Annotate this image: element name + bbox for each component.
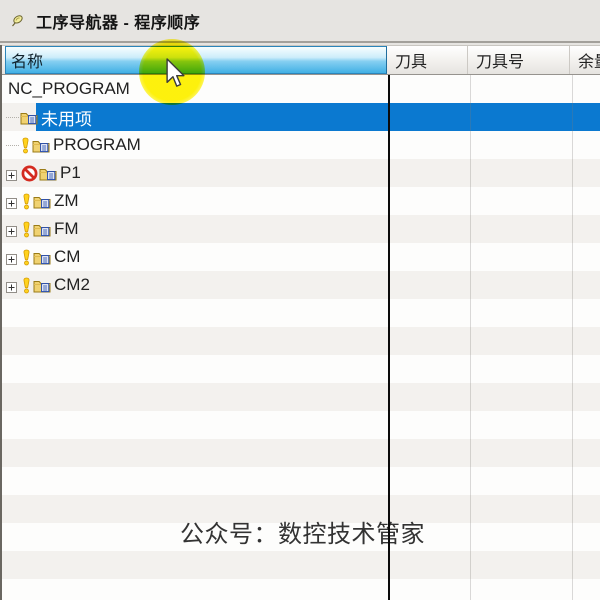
warning-icon <box>21 193 32 210</box>
empty-row <box>0 355 600 383</box>
expand-plus-icon[interactable] <box>6 224 17 237</box>
column-divider-1 <box>470 75 471 600</box>
tree-row[interactable]: CM2 <box>0 271 600 299</box>
column-header-tool[interactable]: 刀具 <box>387 46 468 74</box>
expand-plus-icon[interactable] <box>6 252 17 265</box>
tree-connector-line <box>6 144 19 146</box>
selection-highlight <box>36 103 600 131</box>
tree-row[interactable]: 未用项 <box>0 103 600 131</box>
column-header-name[interactable]: 名称 <box>5 46 387 74</box>
folder-icon <box>33 222 51 237</box>
panel-title: 工序导航器 - 程序顺序 <box>36 14 201 32</box>
panel-titlebar: 工序导航器 - 程序顺序 <box>0 0 600 43</box>
warning-icon <box>21 277 32 294</box>
tree-row[interactable]: CM <box>0 243 600 271</box>
folder-icon <box>39 166 57 181</box>
column-divider-2 <box>572 75 573 600</box>
empty-row <box>0 383 600 411</box>
tree-row-label: CM2 <box>54 275 90 294</box>
tree-row-label: P1 <box>60 163 81 182</box>
empty-row <box>0 439 600 467</box>
expand-plus-icon[interactable] <box>6 168 17 181</box>
empty-row <box>0 551 600 579</box>
column-header-tool-number[interactable]: 刀具号 <box>468 46 570 74</box>
warning-icon <box>20 137 31 154</box>
empty-row <box>0 327 600 355</box>
tree-row[interactable]: NC_PROGRAM <box>0 75 600 103</box>
tree-row-label: ZM <box>54 191 79 210</box>
folder-icon <box>33 250 51 265</box>
panel-left-border <box>0 45 2 600</box>
column-header-row: 名称 刀具 刀具号 余量 <box>0 45 600 75</box>
folder-icon <box>33 278 51 293</box>
black-column-divider[interactable] <box>388 75 390 600</box>
tree-row[interactable]: FM <box>0 215 600 243</box>
tree-row[interactable]: P1 <box>0 159 600 187</box>
empty-row <box>0 467 600 495</box>
tree-row-label: PROGRAM <box>53 135 141 154</box>
tree-row[interactable]: PROGRAM <box>0 131 600 159</box>
tree-row-label: CM <box>54 247 81 266</box>
prohibited-icon <box>21 165 38 182</box>
tree-row-label: 未用项 <box>41 109 92 129</box>
folder-icon <box>33 194 51 209</box>
empty-row <box>0 411 600 439</box>
folder-icon <box>20 110 38 125</box>
warning-icon <box>21 249 32 266</box>
column-header-stock[interactable]: 余量 <box>570 46 600 74</box>
tree-row-label: FM <box>54 219 79 238</box>
operation-navigator-window: 工序导航器 - 程序顺序 名称 刀具 刀具号 余量 NC_PROGRAM 未用项 P… <box>0 0 600 600</box>
tree-connector-line <box>6 116 19 118</box>
empty-row <box>0 579 600 600</box>
warning-icon <box>21 221 32 238</box>
empty-row <box>0 299 600 327</box>
tree-row-label: NC_PROGRAM <box>8 79 130 98</box>
expand-plus-icon[interactable] <box>6 196 17 209</box>
expand-plus-icon[interactable] <box>6 280 17 293</box>
pin-icon[interactable] <box>9 13 25 29</box>
tree-row[interactable]: ZM <box>0 187 600 215</box>
folder-icon <box>32 138 50 153</box>
